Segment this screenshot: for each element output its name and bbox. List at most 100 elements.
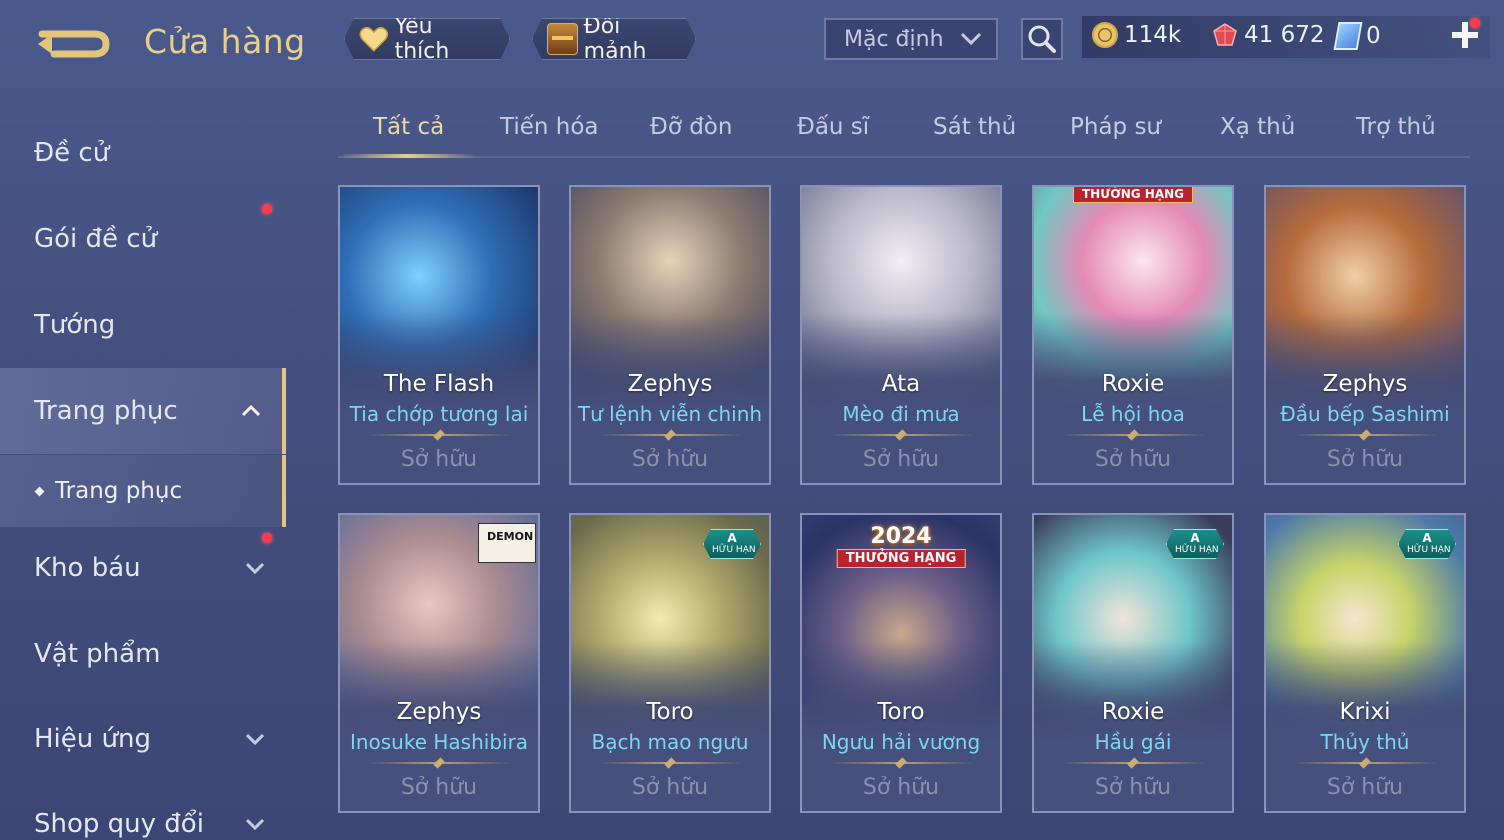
skin-card[interactable]: A HỮU HẠN Toro Bạch mao ngưu Sở hữu — [569, 513, 771, 813]
gem-balance: 41 672 — [1212, 22, 1324, 48]
chevron-down-icon — [960, 32, 982, 46]
skin-card[interactable]: THƯỜNG HẠNG Roxie Lễ hội hoa Sở hữu — [1032, 185, 1234, 485]
limited-badge: A HỮU HẠN — [1398, 529, 1456, 559]
chevron-down-icon — [246, 818, 264, 830]
divider — [597, 434, 743, 436]
divider — [828, 762, 974, 764]
search-button[interactable] — [1021, 18, 1063, 60]
currency-bar: 114k 41 672 0 — [1082, 16, 1490, 58]
gold-amount: 114k — [1124, 22, 1182, 48]
owned-status: Sở hữu — [862, 447, 940, 472]
skin-name: Lễ hội hoa — [1081, 402, 1185, 426]
tab-mage[interactable]: Pháp sư — [1070, 114, 1161, 140]
ranked-badge: THƯỞNG HẠNG — [836, 549, 966, 568]
owned-status: Sở hữu — [631, 775, 709, 800]
trade-shards-button[interactable]: Đổi mảnh — [532, 18, 696, 60]
voucher-balance: 0 — [1333, 22, 1381, 50]
sidebar-item-skins[interactable]: Trang phục — [0, 368, 286, 454]
hero-name: Roxie — [1101, 371, 1165, 397]
search-icon — [1028, 25, 1056, 53]
sidebar: Đề cử Gói đề cử Tướng Trang phục Trang p… — [0, 110, 290, 840]
skin-grid: The Flash Tia chớp tương lai Sở hữu Zeph… — [338, 185, 1470, 840]
voucher-amount: 0 — [1366, 23, 1381, 49]
divider — [597, 762, 743, 764]
sidebar-item-label: Shop quy đổi — [34, 809, 204, 839]
owned-status: Sở hữu — [1094, 447, 1172, 472]
limited-badge: A HỮU HẠN — [1166, 529, 1224, 559]
skin-card[interactable]: Zephys Đầu bếp Sashimi Sở hữu — [1264, 185, 1466, 485]
sidebar-item-recommended[interactable]: Đề cử — [0, 110, 286, 196]
gem-amount: 41 672 — [1244, 22, 1325, 48]
back-arrow-icon[interactable] — [34, 24, 110, 64]
bullet-icon — [34, 486, 45, 496]
favorites-label: Yêu thích — [394, 14, 450, 64]
year-badge: 2024 — [870, 524, 932, 549]
tab-all[interactable]: Tất cả — [373, 114, 444, 140]
divider — [828, 434, 974, 436]
sidebar-item-label: Hiệu ứng — [34, 724, 151, 754]
sidebar-item-effects[interactable]: Hiệu ứng — [0, 696, 286, 782]
sort-dropdown[interactable]: Mặc định — [824, 18, 998, 60]
skin-card[interactable]: A HỮU HẠN Roxie Hầu gái Sở hữu — [1032, 513, 1234, 813]
gold-balance: 114k — [1092, 22, 1181, 48]
owned-status: Sở hữu — [400, 447, 478, 472]
divider — [1060, 434, 1206, 436]
sidebar-subitem-skins[interactable]: Trang phục — [0, 455, 286, 527]
skin-name: Ngưu hải vương — [821, 730, 981, 754]
sidebar-item-exchange-shop[interactable]: Shop quy đổi — [0, 781, 286, 840]
notification-dot — [262, 204, 272, 214]
sidebar-item-label: Trang phục — [34, 396, 178, 426]
skin-name: Đầu bếp Sashimi — [1280, 402, 1450, 426]
skin-name: Mèo đi mưa — [842, 402, 960, 426]
hero-name: Ata — [881, 371, 921, 397]
page-title: Cửa hàng — [144, 22, 306, 61]
owned-status: Sở hữu — [631, 447, 709, 472]
sidebar-item-items[interactable]: Vật phẩm — [0, 611, 286, 697]
divider — [1292, 762, 1438, 764]
tab-evolution[interactable]: Tiến hóa — [500, 114, 599, 140]
divider — [1292, 434, 1438, 436]
heart-icon — [359, 25, 389, 53]
chevron-down-icon — [246, 562, 264, 574]
divider — [1060, 762, 1206, 764]
limited-badge-label: HỮU HẠN — [1175, 545, 1219, 555]
skin-card[interactable]: A HỮU HẠN Krixi Thủy thủ Sở hữu — [1264, 513, 1466, 813]
tab-fighter[interactable]: Đấu sĩ — [797, 114, 869, 140]
tab-support[interactable]: Trợ thủ — [1356, 114, 1436, 140]
skin-card[interactable]: 2024 THƯỞNG HẠNG Toro Ngưu hải vương Sở … — [800, 513, 1002, 813]
skin-name: Inosuke Hashibira — [349, 730, 529, 754]
owned-status: Sở hữu — [1094, 775, 1172, 800]
skin-name: Tư lệnh viễn chinh — [577, 402, 763, 426]
trade-shards-label: Đổi mảnh — [583, 14, 647, 64]
sidebar-item-label: Gói đề cử — [34, 224, 158, 254]
skin-name: Tia chớp tương lai — [349, 402, 529, 426]
skin-card[interactable]: DEMON SLAYER Zephys Inosuke Hashibira Sở… — [338, 513, 540, 813]
skin-name: Thủy thủ — [1320, 730, 1410, 754]
sidebar-item-heroes[interactable]: Tướng — [0, 282, 286, 368]
chevron-down-icon — [246, 733, 264, 745]
skin-card[interactable]: Ata Mèo đi mưa Sở hữu — [800, 185, 1002, 485]
owned-status: Sở hữu — [862, 775, 940, 800]
top-bar: Cửa hàng Yêu thích Đổi mảnh Mặc định 114… — [0, 0, 1504, 90]
owned-status: Sở hữu — [1326, 447, 1404, 472]
skin-card[interactable]: The Flash Tia chớp tương lai Sở hữu — [338, 185, 540, 485]
tab-tank[interactable]: Đỡ đòn — [650, 114, 732, 140]
sidebar-item-label: Tướng — [34, 310, 116, 340]
sidebar-item-label: Vật phẩm — [34, 639, 161, 669]
owned-status: Sở hữu — [1326, 775, 1404, 800]
limited-badge-tier: A — [727, 531, 737, 545]
gold-coin-icon — [1092, 22, 1118, 48]
sidebar-subitem-label: Trang phục — [55, 478, 183, 504]
favorites-button[interactable]: Yêu thích — [344, 18, 510, 60]
tab-assassin[interactable]: Sát thủ — [933, 114, 1016, 140]
limited-badge-label: HỮU HẠN — [712, 545, 756, 555]
treasure-chest-icon — [547, 23, 578, 55]
sidebar-item-treasure[interactable]: Kho báu — [0, 525, 286, 611]
chevron-up-icon — [242, 405, 260, 417]
skin-name: Hầu gái — [1094, 730, 1172, 754]
tab-marksman[interactable]: Xạ thủ — [1220, 114, 1295, 140]
ruby-gem-icon — [1213, 23, 1237, 46]
skin-card[interactable]: Zephys Tư lệnh viễn chinh Sở hữu — [569, 185, 771, 485]
sidebar-item-recommended-packs[interactable]: Gói đề cử — [0, 196, 286, 282]
category-tabs: Tất cả Tiến hóa Đỡ đòn Đấu sĩ Sát thủ Ph… — [338, 104, 1470, 158]
